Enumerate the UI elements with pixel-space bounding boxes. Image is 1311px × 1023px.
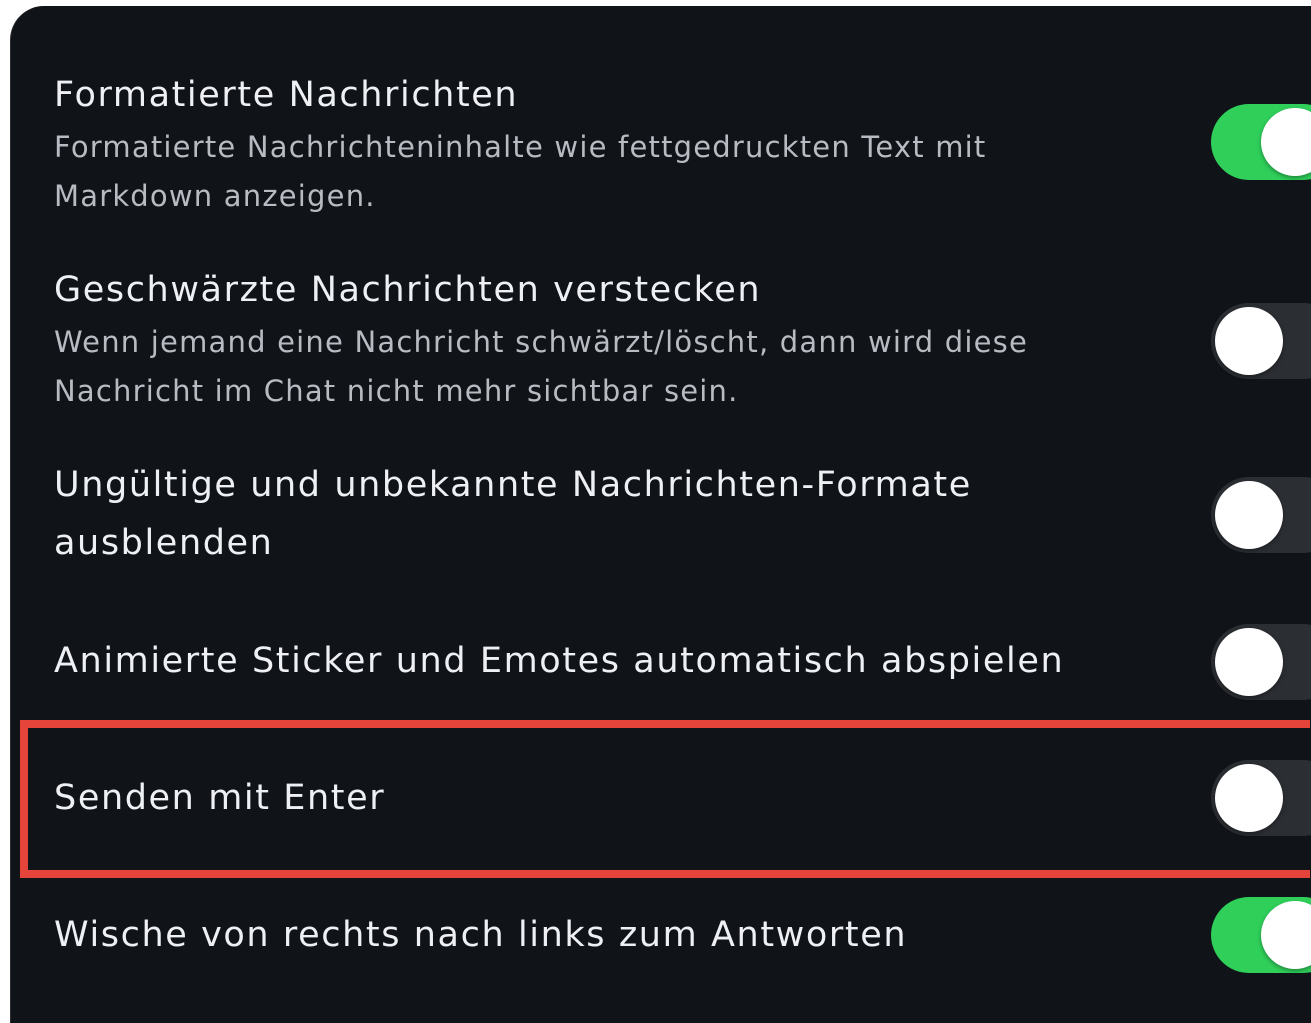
setting-title: Wische von rechts nach links zum Antwort… xyxy=(54,915,908,955)
toggle-knob xyxy=(1215,764,1283,832)
setting-title: Geschwärzte Nachrichten verstecken xyxy=(54,270,762,310)
setting-hide-redacted-messages: Geschwärzte Nachrichten verstecken Wenn … xyxy=(11,261,1311,421)
toggle-knob xyxy=(1215,481,1283,549)
setting-description: Wenn jemand eine Nachricht schwärzt/lösc… xyxy=(54,318,1134,416)
setting-description-line: Wenn jemand eine Nachricht schwärzt/lösc… xyxy=(54,325,1029,359)
setting-swipe-to-reply: Wische von rechts nach links zum Antwort… xyxy=(11,897,1311,986)
toggle-knob xyxy=(1261,108,1311,176)
setting-title: Ungültige und unbekannte Nachrichten-For… xyxy=(54,456,972,572)
toggle-hide-unknown-formats[interactable] xyxy=(1211,477,1311,553)
setting-title: Senden mit Enter xyxy=(54,778,386,818)
toggle-knob xyxy=(1261,901,1311,969)
setting-description-line: Markdown anzeigen. xyxy=(54,179,376,213)
setting-description-line: Formatierte Nachrichteninhalte wie fettg… xyxy=(54,130,987,164)
toggle-knob xyxy=(1215,307,1283,375)
setting-autoplay-stickers: Animierte Sticker und Emotes automatisch… xyxy=(11,624,1311,712)
toggle-autoplay-stickers[interactable] xyxy=(1211,624,1311,700)
setting-send-with-enter: Senden mit Enter xyxy=(11,760,1311,849)
toggle-send-with-enter[interactable] xyxy=(1211,760,1311,836)
setting-description: Formatierte Nachrichteninhalte wie fettg… xyxy=(54,123,1134,221)
toggle-formatted-messages[interactable] xyxy=(1211,104,1311,180)
setting-description-line: Nachricht im Chat nicht mehr sichtbar se… xyxy=(54,374,739,408)
toggle-swipe-to-reply[interactable] xyxy=(1211,897,1311,973)
setting-formatted-messages: Formatierte Nachrichten Formatierte Nach… xyxy=(11,66,1311,226)
setting-hide-unknown-formats: Ungültige und unbekannte Nachrichten-For… xyxy=(11,456,1311,586)
settings-panel: Formatierte Nachrichten Formatierte Nach… xyxy=(10,6,1311,1023)
screenshot-page: Formatierte Nachrichten Formatierte Nach… xyxy=(0,0,1311,1023)
setting-title-line: ausblenden xyxy=(54,523,274,563)
toggle-hide-redacted-messages[interactable] xyxy=(1211,303,1311,379)
setting-title: Animierte Sticker und Emotes automatisch… xyxy=(54,641,1065,681)
setting-title-line: Ungültige und unbekannte Nachrichten-For… xyxy=(54,465,972,505)
toggle-knob xyxy=(1215,628,1283,696)
setting-title: Formatierte Nachrichten xyxy=(54,75,519,115)
